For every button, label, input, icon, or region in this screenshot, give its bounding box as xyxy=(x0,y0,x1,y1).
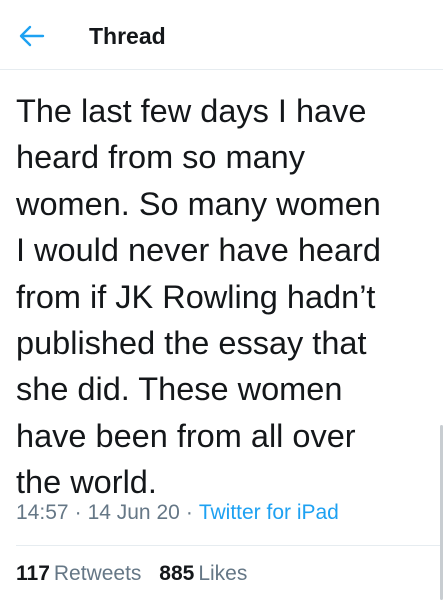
tweet-date[interactable]: 14 Jun 20 xyxy=(88,501,180,524)
likes-label: Likes xyxy=(198,562,248,585)
tweet-source-link[interactable]: Twitter for iPad xyxy=(199,501,339,524)
tweet-text-line: heard from so many xyxy=(16,139,306,176)
tweet-text: The last few days I have heard from so m… xyxy=(16,88,421,506)
page-title: Thread xyxy=(89,23,166,49)
retweets-label: Retweets xyxy=(53,562,142,585)
retweets-stat[interactable]: 117 Retweets xyxy=(16,560,141,588)
tweet-metadata: 14:57 · 14 Jun 20 · Twitter for iPad xyxy=(16,499,339,527)
arrow-left-icon xyxy=(19,25,45,47)
retweets-count: 117 xyxy=(16,562,50,585)
meta-separator: · xyxy=(185,501,193,524)
likes-stat[interactable]: 885 Likes xyxy=(159,560,247,588)
back-button[interactable] xyxy=(14,20,50,52)
tweet-text-line: have been from all over xyxy=(16,417,356,454)
tweet-text-line: I would never have heard xyxy=(16,232,381,269)
tweet-text-line: from if JK Rowling hadn’t xyxy=(16,278,376,315)
tweet-text-line: women. So many women xyxy=(16,185,381,222)
divider xyxy=(16,545,443,546)
tweet-text-line: The last few days I have xyxy=(16,93,367,129)
tweet-stats: 117 Retweets 885 Likes xyxy=(16,560,247,588)
likes-count: 885 xyxy=(159,562,195,585)
tweet-text-line: published the essay that xyxy=(16,325,367,362)
thread-header: Thread xyxy=(0,0,443,70)
tweet-text-line: she did. These women xyxy=(16,371,343,408)
meta-separator: · xyxy=(74,501,82,524)
tweet-time[interactable]: 14:57 xyxy=(16,501,69,524)
